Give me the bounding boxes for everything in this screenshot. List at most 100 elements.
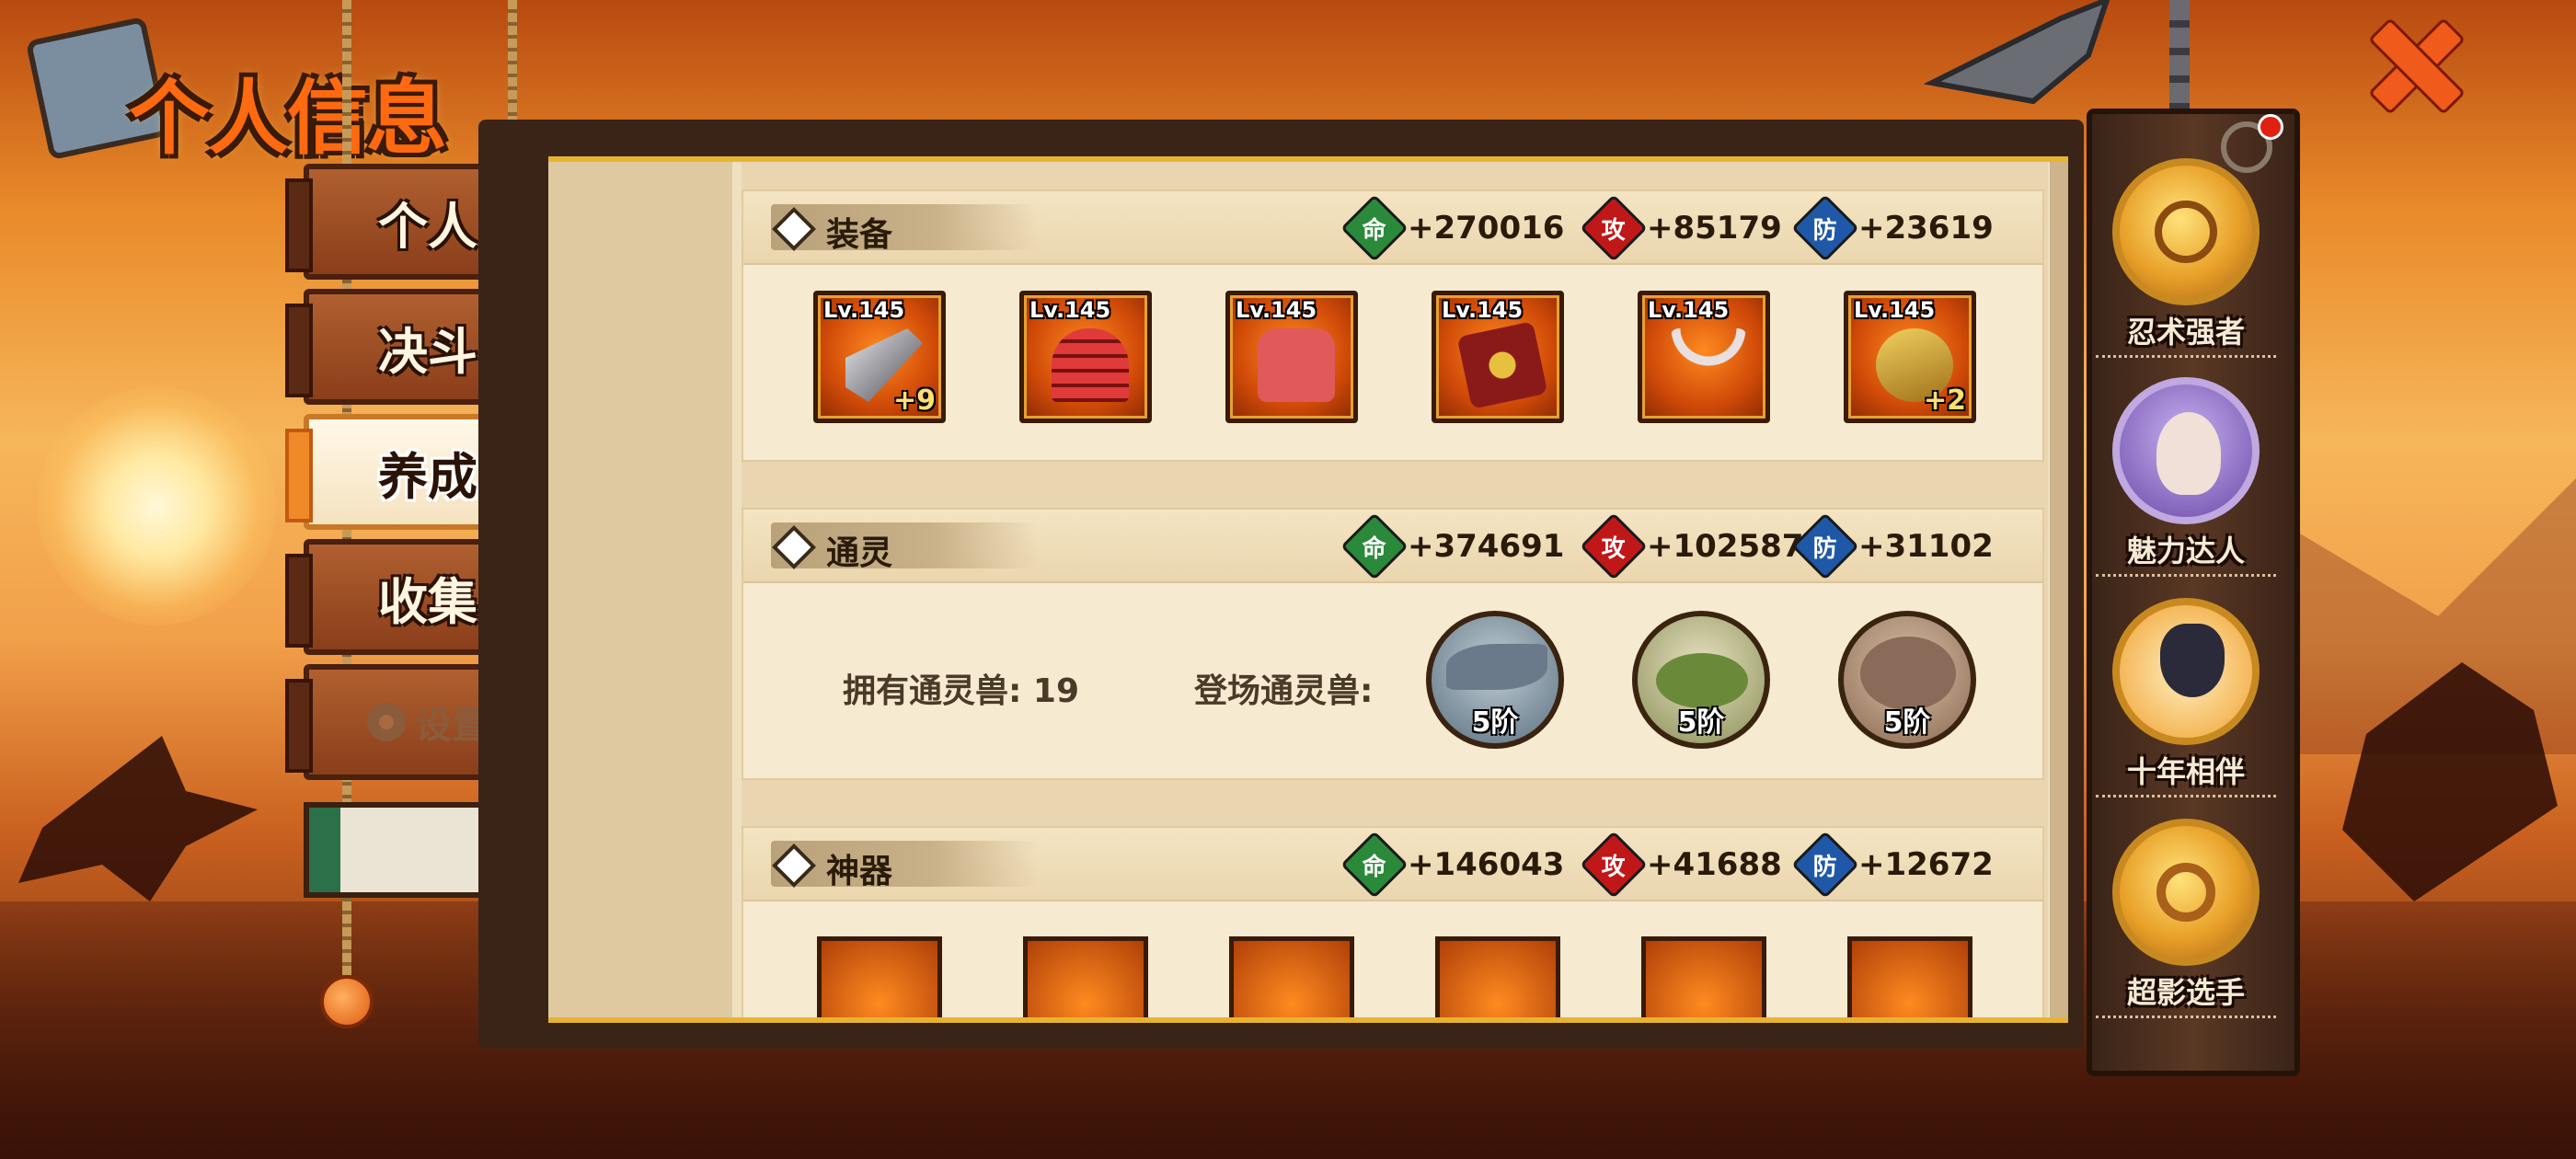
ninja-silhouette-left <box>18 736 258 901</box>
close-button[interactable] <box>2355 13 2466 114</box>
section-title: 神器 <box>826 852 893 890</box>
character-portrait-icon <box>2156 412 2221 495</box>
page-title-block: 个人信息 <box>25 16 451 166</box>
chain-decoration <box>2169 0 2190 120</box>
atk-badge-icon: 攻 <box>1580 194 1648 262</box>
hp-badge-icon: 命 <box>1340 831 1409 899</box>
summon-beast-toad[interactable]: 5阶 <box>1632 611 1770 749</box>
nav-tab-label: 养成 <box>378 446 477 506</box>
item-level: Lv.145 <box>1029 297 1111 323</box>
equip-slot-weapon[interactable]: Lv.145 +9 <box>813 291 946 423</box>
tassel-left <box>320 975 374 1028</box>
def-value: +31102 <box>1858 528 1994 565</box>
item-level: Lv.145 <box>1648 297 1730 323</box>
item-level: Lv.145 <box>1236 297 1317 323</box>
nav-tab-label: 设置 <box>415 704 489 747</box>
nav-tab-label-wrap: 设置 <box>367 695 489 749</box>
atk-stat: 攻 +102587 <box>1580 512 1804 580</box>
section-header: 装备 命 +270016 攻 +85179 防 +23619 <box>743 191 2042 265</box>
atk-stat: 攻 +41688 <box>1580 831 1782 899</box>
hp-stat: 命 +270016 <box>1340 194 1565 262</box>
item-level: Lv.145 <box>1442 297 1524 323</box>
atk-badge-icon: 攻 <box>1580 831 1648 899</box>
achievement-label: 超影选手 <box>2096 970 2276 1018</box>
section-title: 装备 <box>826 215 893 254</box>
def-badge-icon: 防 <box>1791 194 1859 262</box>
artifact-slot-2[interactable] <box>1023 936 1148 1017</box>
golden-medal-icon <box>2156 863 2215 922</box>
summon-beast-rock[interactable]: 5阶 <box>1838 611 1976 749</box>
shark-summon-icon <box>1446 644 1547 690</box>
equip-slot-armor[interactable]: Lv.145 <box>1225 291 1358 423</box>
owned-summon-count: 拥有通灵兽: 19 <box>843 672 1080 710</box>
notification-dot <box>2258 114 2283 140</box>
atk-badge-icon: 攻 <box>1580 512 1648 580</box>
def-stat: 防 +12672 <box>1791 831 1994 899</box>
artifact-slot-3[interactable] <box>1229 936 1354 1017</box>
diamond-icon <box>771 524 817 570</box>
helmet-icon <box>1052 328 1129 402</box>
page-title: 个人信息 <box>129 70 447 166</box>
deployed-summon-label: 登场通灵兽: <box>1194 672 1374 710</box>
item-level: Lv.145 <box>823 297 905 323</box>
scroll-content[interactable]: 装备 命 +270016 攻 +85179 防 +23619 Lv.145 +9 Lv.… <box>742 162 2048 1017</box>
item-plus: +9 <box>892 384 936 417</box>
nav-tab-label: 收集 <box>378 571 477 631</box>
section-header: 通灵 命 +374691 攻 +102587 防 +31102 <box>743 510 2042 583</box>
atk-value: +102587 <box>1647 528 1804 565</box>
main-panel[interactable]: 装备 命 +270016 攻 +85179 防 +23619 Lv.145 +9 Lv.… <box>548 156 2068 1023</box>
hp-value: +270016 <box>1408 210 1565 247</box>
nav-tab-label: 决斗 <box>378 321 477 381</box>
achievement-label: 魅力达人 <box>2096 528 2276 577</box>
def-badge-icon: 防 <box>1791 512 1859 580</box>
hp-badge-icon: 命 <box>1340 512 1409 580</box>
section-title-banner: 神器 <box>771 841 1038 890</box>
claw-necklace-icon <box>1670 328 1747 402</box>
artifact-slot-5[interactable] <box>1641 936 1766 1017</box>
def-value: +12672 <box>1858 846 1994 883</box>
gear-icon <box>367 703 406 741</box>
scrollbar[interactable] <box>2050 162 2068 1017</box>
summon-rank: 5阶 <box>1677 706 1725 739</box>
achievement-label: 十年相伴 <box>2096 749 2276 798</box>
atk-value: +85179 <box>1647 210 1782 247</box>
achievement-charm-expert[interactable] <box>2112 377 2260 524</box>
item-plus: +2 <box>1923 384 1966 417</box>
achievement-label: 忍术强者 <box>2096 309 2276 358</box>
summon-rank: 5阶 <box>1471 706 1519 739</box>
armor-icon <box>1258 328 1335 402</box>
equip-slot-book[interactable]: Lv.145 <box>1432 291 1564 423</box>
summon-section: 通灵 命 +374691 攻 +102587 防 +31102 拥有通灵兽: 19 登… <box>742 508 2044 780</box>
equip-slot-necklace[interactable]: Lv.145 <box>1638 291 1770 423</box>
achievement-ninja-master[interactable] <box>2112 158 2260 305</box>
hp-value: +146043 <box>1408 846 1565 883</box>
def-badge-icon: 防 <box>1791 831 1859 899</box>
hp-badge-icon: 命 <box>1340 194 1409 262</box>
panel-pattern-strip <box>548 162 732 1017</box>
atk-value: +41688 <box>1647 846 1782 883</box>
sun-glow <box>37 386 276 625</box>
artifact-slot-4[interactable] <box>1435 936 1560 1017</box>
artifact-slot-6[interactable] <box>1847 936 1972 1017</box>
summon-rank: 5阶 <box>1883 706 1931 739</box>
atk-stat: 攻 +85179 <box>1580 194 1782 262</box>
scroll-book-icon <box>1456 321 1548 409</box>
hp-stat: 命 +374691 <box>1340 512 1565 580</box>
achievement-ten-years[interactable] <box>2112 598 2260 745</box>
artifact-slot-1[interactable] <box>817 936 942 1017</box>
equip-slot-headband[interactable]: Lv.145 +2 <box>1844 291 1976 423</box>
achievement-super-kage[interactable] <box>2112 819 2260 966</box>
diamond-icon <box>771 206 817 252</box>
section-title-banner: 装备 <box>771 204 1038 254</box>
hp-value: +374691 <box>1408 528 1565 565</box>
def-value: +23619 <box>1858 210 1994 247</box>
summon-beast-shark[interactable]: 5阶 <box>1426 611 1564 749</box>
equip-slot-helmet[interactable]: Lv.145 <box>1019 291 1152 423</box>
ninja-medal-icon <box>2155 201 2217 263</box>
item-level: Lv.145 <box>1854 297 1936 323</box>
section-title: 通灵 <box>826 534 893 572</box>
section-title-banner: 通灵 <box>771 522 1038 572</box>
equipment-section: 装备 命 +270016 攻 +85179 防 +23619 Lv.145 +9 Lv.… <box>742 189 2044 462</box>
hp-stat: 命 +146043 <box>1340 831 1565 899</box>
diamond-icon <box>771 843 817 889</box>
